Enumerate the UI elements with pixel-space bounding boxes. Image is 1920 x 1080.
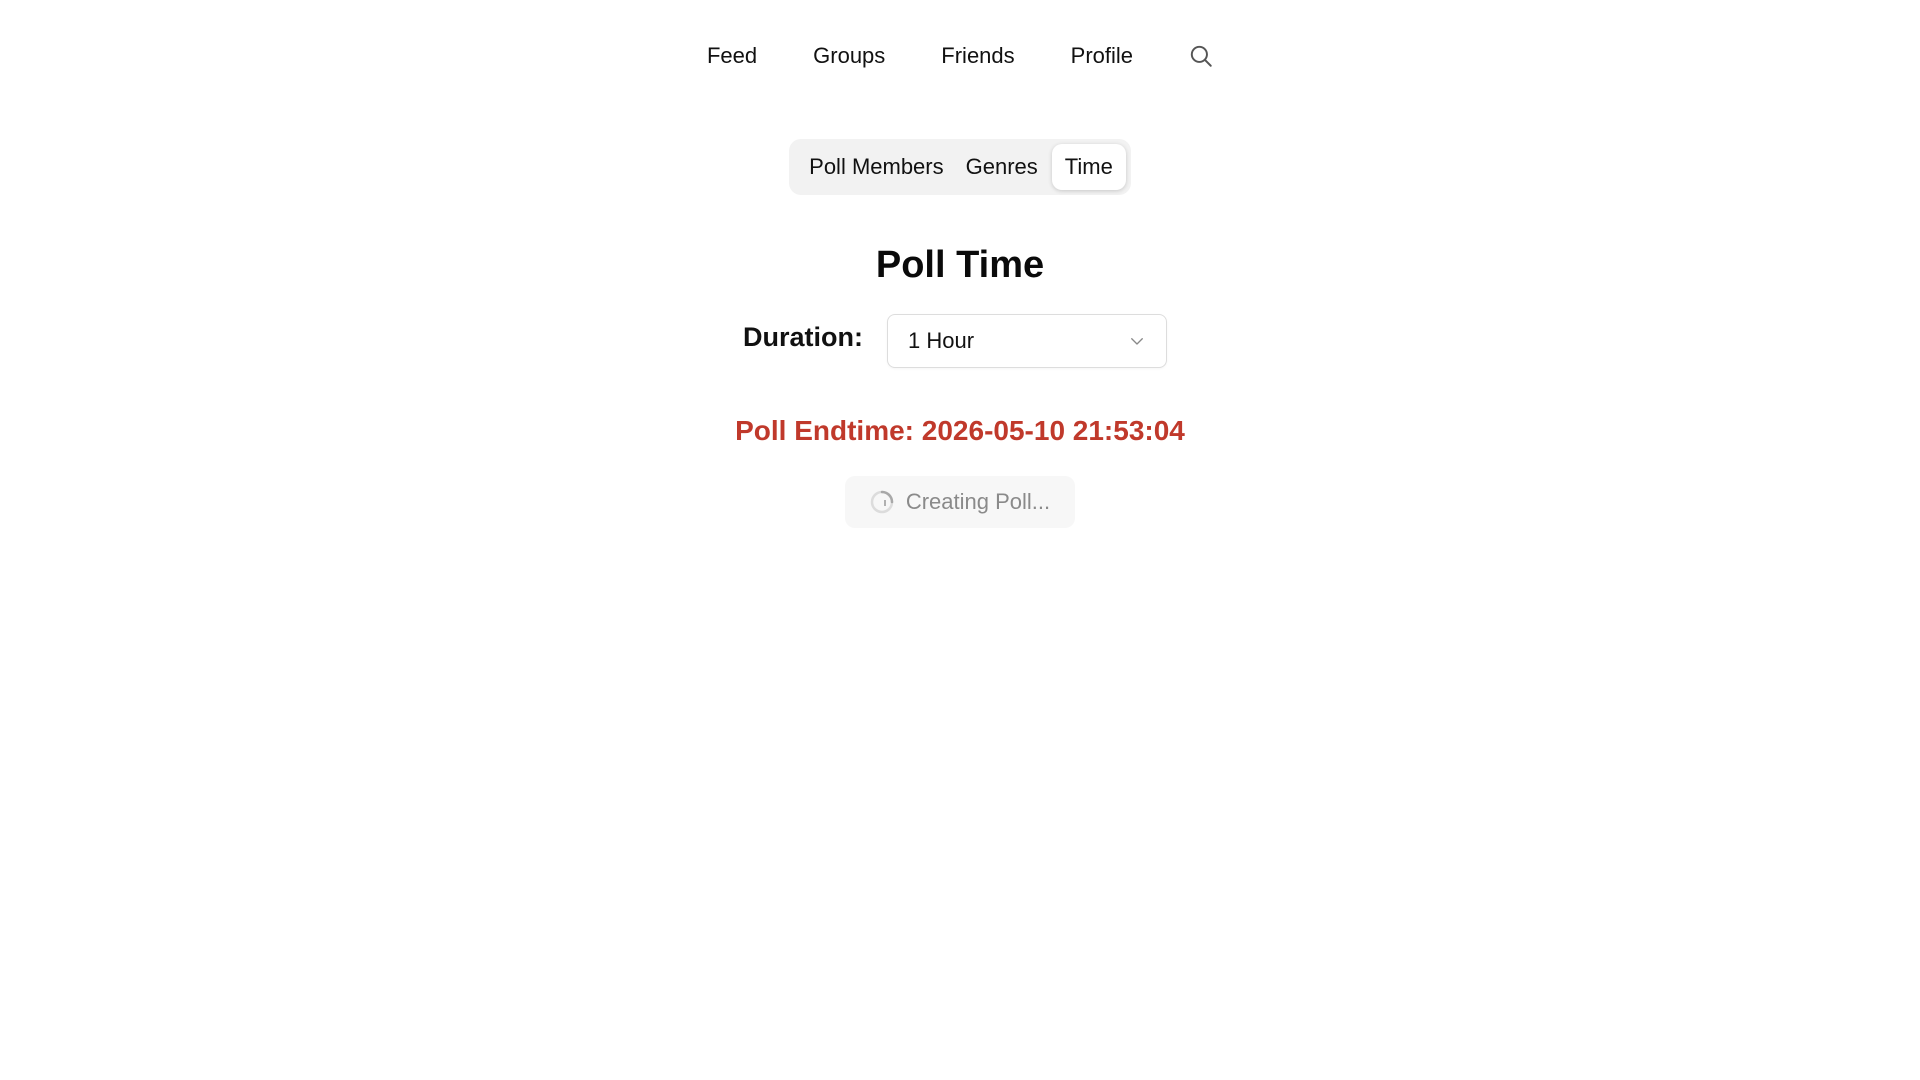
duration-label: Duration:	[743, 321, 863, 352]
duration-row: Duration: 1 Hour	[0, 314, 1920, 368]
top-nav: Feed Groups Friends Profile	[0, 36, 1920, 76]
tab-time[interactable]: Time	[1051, 144, 1126, 190]
create-poll-button-label: Creating Poll...	[905, 489, 1051, 514]
search-icon	[1190, 45, 1212, 67]
poll-endtime-text: Poll Endtime: 2026-05-10 21:53:04	[735, 415, 1185, 446]
nav-feed-link[interactable]: Feed	[707, 36, 757, 76]
poll-tabs: Poll Members Genres Time	[789, 139, 1131, 195]
nav-groups-link[interactable]: Groups	[813, 36, 885, 76]
chevron-down-icon	[1131, 338, 1143, 345]
tab-genres[interactable]: Genres	[958, 144, 1046, 190]
loading-spinner-icon	[870, 490, 894, 514]
nav-profile-link[interactable]: Profile	[1071, 36, 1133, 76]
duration-select-value: 1 Hour	[907, 328, 975, 353]
nav-links: Feed Groups Friends Profile	[707, 36, 1221, 76]
create-button-container: Creating Poll...	[0, 476, 1920, 528]
nav-friends-link[interactable]: Friends	[941, 36, 1014, 76]
search-button[interactable]	[1181, 36, 1221, 76]
page-title: Poll Time	[875, 244, 1045, 286]
create-poll-button[interactable]: Creating Poll...	[844, 476, 1076, 528]
poll-tabs-container: Poll Members Genres Time	[0, 139, 1920, 195]
tab-poll-members[interactable]: Poll Members	[801, 144, 951, 190]
duration-select[interactable]: 1 Hour	[886, 314, 1167, 368]
